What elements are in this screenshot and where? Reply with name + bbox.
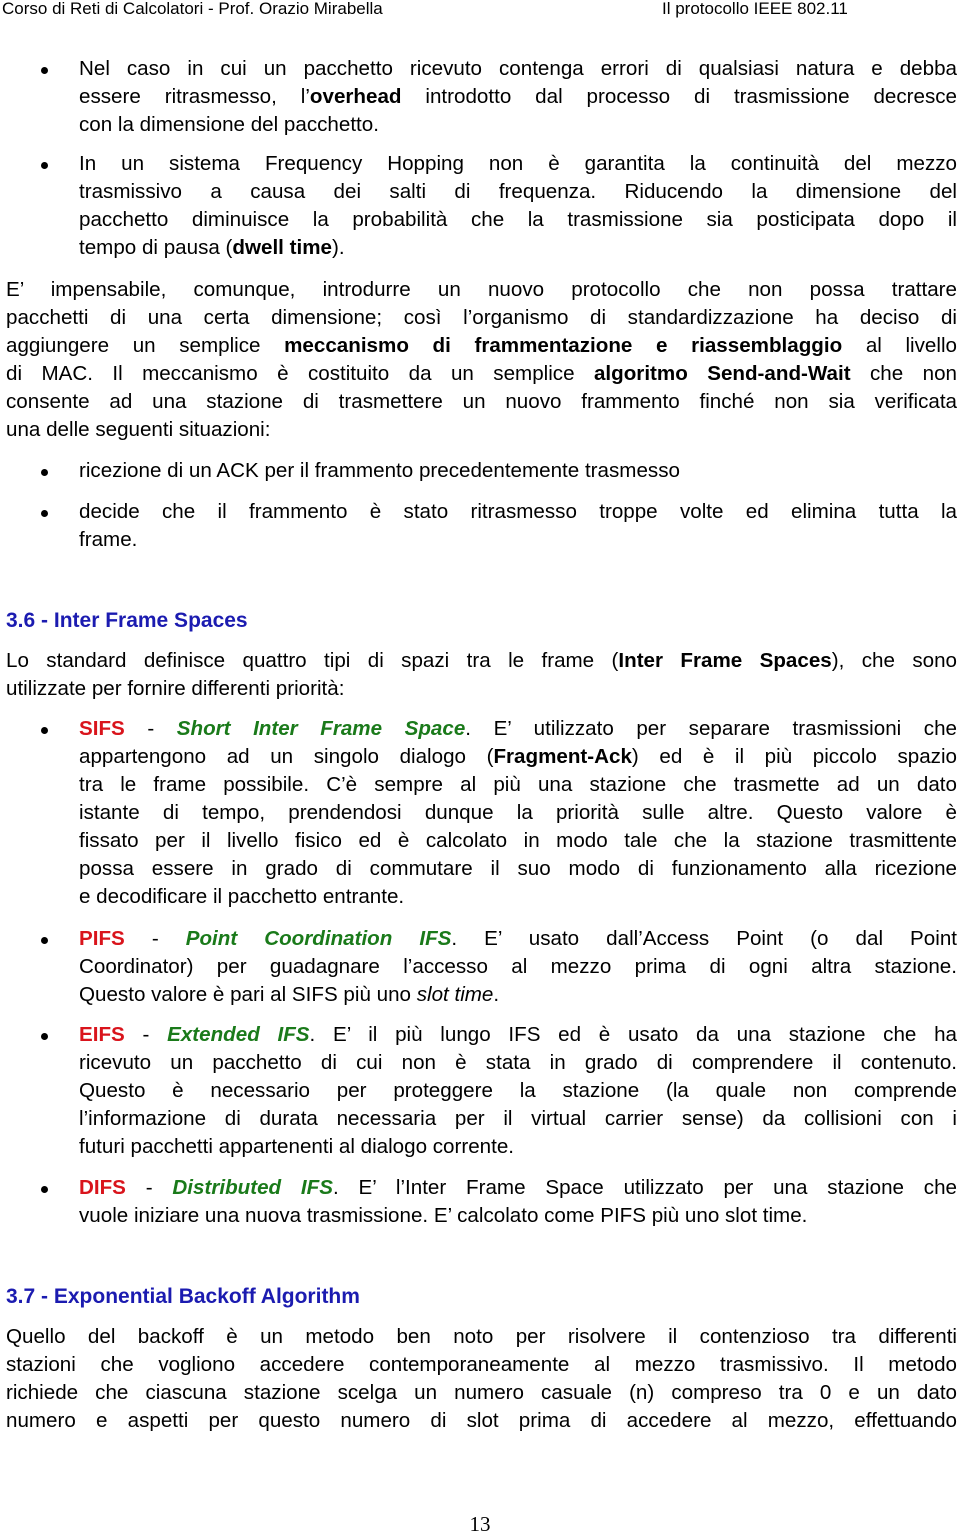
paragraph-backoff: Quello del backoff è un metodo ben noto … bbox=[6, 1323, 957, 1435]
bullet-dot-icon bbox=[41, 510, 48, 517]
page-number: 13 bbox=[469, 1512, 491, 1536]
ifs-full-name: Point Coordination IFS bbox=[185, 927, 452, 950]
paragraph-fragmentation: E’ impensabile, comunque, introdurre un … bbox=[6, 276, 957, 444]
text-line: ricevuto un pacchetto di cui non è stata… bbox=[79, 1051, 957, 1074]
ifs-item-text: SIFS - Short Inter Frame Space. E’ utili… bbox=[79, 715, 957, 911]
text-line: ricezione di un ACK per il frammento pre… bbox=[79, 459, 680, 482]
bullet-text: ricezione di un ACK per il frammento pre… bbox=[79, 457, 957, 485]
text-line: utilizzate per fornire differenti priori… bbox=[6, 677, 345, 700]
ifs-acronym: SIFS bbox=[79, 717, 125, 740]
text-line: possa essere in grado di commutare il su… bbox=[79, 857, 957, 880]
text-line: con la dimensione del pacchetto. bbox=[79, 113, 379, 136]
text-line: l’informazione di durata necessaria per … bbox=[79, 1107, 957, 1130]
text-line: vuole iniziare una nuova trasmissione. E… bbox=[79, 1204, 808, 1227]
text-line: aggiungere un semplice meccanismo di fra… bbox=[6, 334, 957, 357]
bold-term: dwell time bbox=[232, 236, 332, 259]
text-line: Coordinator) per guadagnare l’accesso al… bbox=[79, 955, 957, 978]
ifs-full-name: Extended IFS bbox=[167, 1023, 310, 1046]
bullet-dot-icon bbox=[41, 727, 48, 734]
bold-term: Fragment-Ack bbox=[493, 745, 632, 768]
text-line: futuri pacchetti appartenenti al dialogo… bbox=[79, 1135, 515, 1158]
ifs-item-text: PIFS - Point Coordination IFS. E’ usato … bbox=[79, 925, 957, 1009]
text-line: Questo è necessario per proteggere la st… bbox=[79, 1079, 957, 1102]
header-chapter-title: Il protocollo IEEE 802.11 bbox=[662, 0, 848, 18]
text-line: di MAC. Il meccanismo è costituito da un… bbox=[6, 362, 957, 385]
text-line: In un sistema Frequency Hopping non è ga… bbox=[79, 152, 957, 175]
text-line: numero e aspetti per questo numero di sl… bbox=[6, 1409, 957, 1432]
text-line: frame. bbox=[79, 528, 138, 551]
text-line: SIFS - Short Inter Frame Space. E’ utili… bbox=[79, 717, 957, 740]
text-line: appartengono ad un singolo dialogo (Frag… bbox=[79, 745, 957, 768]
text-line: Lo standard definisce quattro tipi di sp… bbox=[6, 649, 957, 672]
text-line: Questo valore è pari al SIFS più uno slo… bbox=[79, 983, 500, 1006]
bullet-dot-icon bbox=[41, 67, 48, 74]
ifs-item-text: DIFS - Distributed IFS. E’ l’Inter Frame… bbox=[79, 1174, 957, 1230]
text-line: e decodificare il pacchetto entrante. bbox=[79, 885, 405, 908]
text-line: essere ritrasmesso, l’overhead introdott… bbox=[79, 85, 958, 108]
ifs-acronym: EIFS bbox=[79, 1023, 125, 1046]
text-line: PIFS - Point Coordination IFS. E’ usato … bbox=[79, 927, 957, 950]
section-heading-ifs: 3.6 - Inter Frame Spaces bbox=[6, 609, 248, 632]
bullet-dot-icon bbox=[41, 162, 48, 169]
text-line: tempo di pausa (dwell time). bbox=[79, 236, 345, 259]
text-line: richiede che ciascuna stazione scelga un… bbox=[6, 1381, 957, 1404]
section-heading-backoff: 3.7 - Exponential Backoff Algorithm bbox=[6, 1285, 360, 1308]
bold-term: overhead bbox=[309, 85, 402, 108]
text-line: istante di tempo, prendendosi dunque la … bbox=[79, 801, 957, 824]
text-line: stazioni che vogliono accedere contempor… bbox=[6, 1353, 957, 1376]
page-header: Corso di Reti di Calcolatori - Prof. Ora… bbox=[0, 0, 960, 21]
text-line: decide che il frammento è stato ritrasme… bbox=[79, 500, 957, 523]
bullet-dot-icon bbox=[41, 1186, 48, 1193]
text-line: fissato per il livello fisico ed è calco… bbox=[79, 829, 957, 852]
text-line: Quello del backoff è un metodo ben noto … bbox=[6, 1325, 957, 1348]
bullet-text: Nel caso in cui un pacchetto ricevuto co… bbox=[79, 55, 957, 139]
text-line: DIFS - Distributed IFS. E’ l’Inter Frame… bbox=[79, 1176, 957, 1199]
italic-term: slot time bbox=[416, 983, 494, 1006]
ifs-item-text: EIFS - Extended IFS. E’ il più lungo IFS… bbox=[79, 1021, 957, 1161]
ifs-acronym: DIFS bbox=[79, 1176, 126, 1199]
bullet-dot-icon bbox=[41, 937, 48, 944]
paragraph-ifs-intro: Lo standard definisce quattro tipi di sp… bbox=[6, 647, 957, 703]
text-line: tra le frame possibile. C’è sempre al pi… bbox=[79, 773, 957, 796]
bold-term: meccanismo di frammentazione e riassembl… bbox=[284, 334, 843, 357]
text-line: pacchetto diminuisce la probabilità che … bbox=[79, 208, 957, 231]
bullet-dot-icon bbox=[41, 469, 48, 476]
text-line: una delle seguenti situazioni: bbox=[6, 418, 271, 441]
text-line: EIFS - Extended IFS. E’ il più lungo IFS… bbox=[79, 1023, 957, 1046]
ifs-full-name: Distributed IFS bbox=[172, 1176, 333, 1199]
bold-term: algoritmo Send-and-Wait bbox=[593, 362, 851, 385]
ifs-full-name: Short Inter Frame Space bbox=[176, 717, 466, 740]
ifs-acronym: PIFS bbox=[79, 927, 125, 950]
header-course-title: Corso di Reti di Calcolatori - Prof. Ora… bbox=[2, 0, 383, 18]
text-line: E’ impensabile, comunque, introdurre un … bbox=[6, 278, 957, 301]
text-line: trasmissivo a causa dei salti di frequen… bbox=[79, 180, 957, 203]
bold-term: Inter Frame Spaces bbox=[618, 649, 832, 672]
bullet-text: In un sistema Frequency Hopping non è ga… bbox=[79, 150, 957, 262]
text-line: consente ad una stazione di trasmettere … bbox=[6, 390, 957, 413]
bullet-text: decide che il frammento è stato ritrasme… bbox=[79, 498, 957, 554]
text-line: pacchetti di una certa dimensione; così … bbox=[6, 306, 957, 329]
text-line: Nel caso in cui un pacchetto ricevuto co… bbox=[79, 57, 957, 80]
bullet-dot-icon bbox=[41, 1033, 48, 1040]
